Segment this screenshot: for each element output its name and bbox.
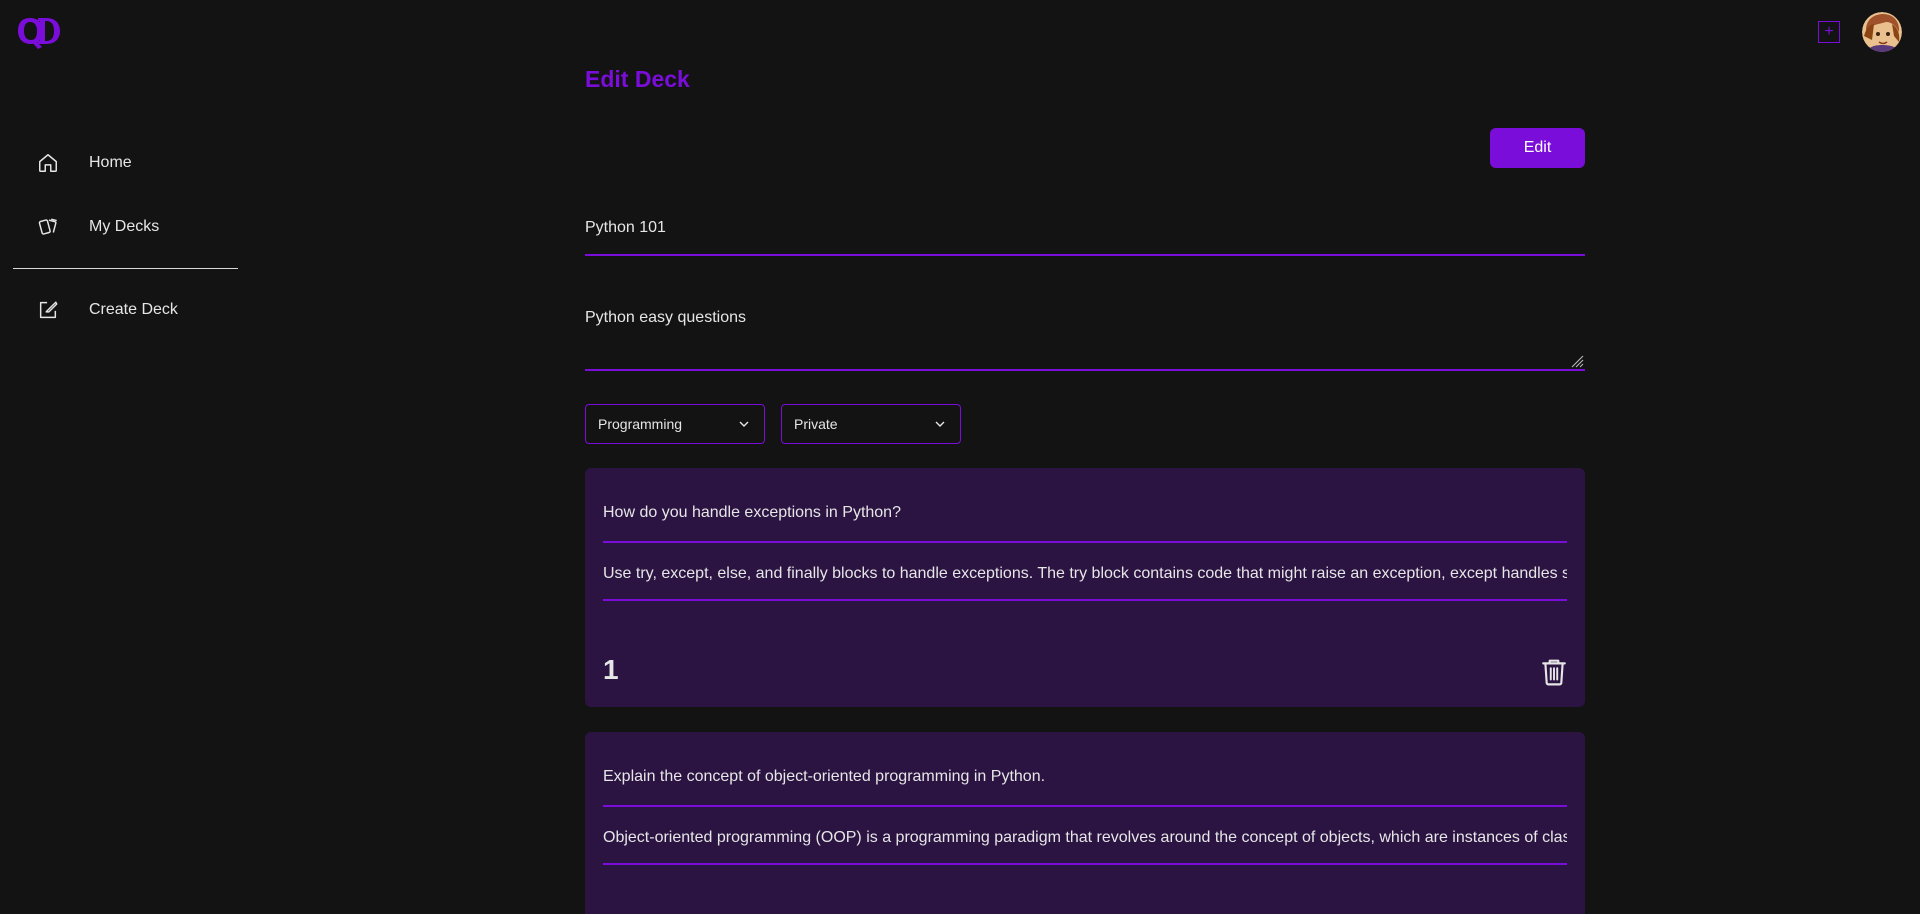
card-answer-input[interactable]: Object-oriented programming (OOP) is a p…	[603, 807, 1567, 865]
category-select[interactable]: Programming	[585, 404, 765, 444]
avatar-icon	[1862, 12, 1902, 52]
header-actions: +	[1818, 12, 1902, 52]
visibility-select-value: Private	[794, 416, 838, 432]
plus-square-icon: +	[1824, 23, 1834, 40]
sidebar-item-label: Create Deck	[89, 301, 178, 318]
sidebar-item-my-decks[interactable]: My Decks	[13, 204, 238, 250]
edit-button[interactable]: Edit	[1490, 128, 1585, 168]
trash-icon[interactable]	[1541, 658, 1567, 686]
deck-title-input[interactable]: Python 101	[585, 210, 1585, 256]
sidebar-item-home[interactable]: Home	[13, 140, 238, 186]
flashcard: How do you handle exceptions in Python? …	[585, 468, 1585, 707]
card-answer-input[interactable]: Use try, except, else, and finally block…	[603, 543, 1567, 601]
edit-square-icon	[37, 299, 59, 321]
sidebar-item-label: Home	[89, 154, 132, 171]
qd-logo-icon	[18, 18, 60, 49]
app-logo[interactable]	[16, 14, 62, 50]
home-icon	[37, 152, 59, 174]
app-root: + Home My Decks Create Deck Edit Deck Ed…	[0, 0, 1920, 914]
deck-description-textarea[interactable]: Python easy questions	[585, 300, 1585, 371]
sidebar-divider	[13, 268, 238, 269]
card-number: 1	[603, 654, 619, 685]
cards-icon	[37, 216, 59, 238]
chevron-down-icon	[935, 421, 945, 427]
resize-grip-icon[interactable]	[1568, 352, 1584, 368]
user-avatar[interactable]	[1862, 12, 1902, 52]
add-deck-button[interactable]: +	[1818, 21, 1840, 43]
sidebar-item-create-deck[interactable]: Create Deck	[13, 287, 238, 333]
sidebar-item-label: My Decks	[89, 218, 160, 235]
page-title: Edit Deck	[585, 66, 690, 92]
category-select-value: Programming	[598, 416, 683, 432]
flashcard: Explain the concept of object-oriented p…	[585, 732, 1585, 914]
chevron-down-icon	[739, 421, 749, 427]
card-question-input[interactable]: How do you handle exceptions in Python?	[603, 468, 1567, 543]
deck-description-text: Python easy questions	[585, 309, 746, 326]
card-question-input[interactable]: Explain the concept of object-oriented p…	[603, 732, 1567, 807]
sidebar: Home My Decks Create Deck	[13, 140, 238, 351]
visibility-select[interactable]: Private	[781, 404, 961, 444]
